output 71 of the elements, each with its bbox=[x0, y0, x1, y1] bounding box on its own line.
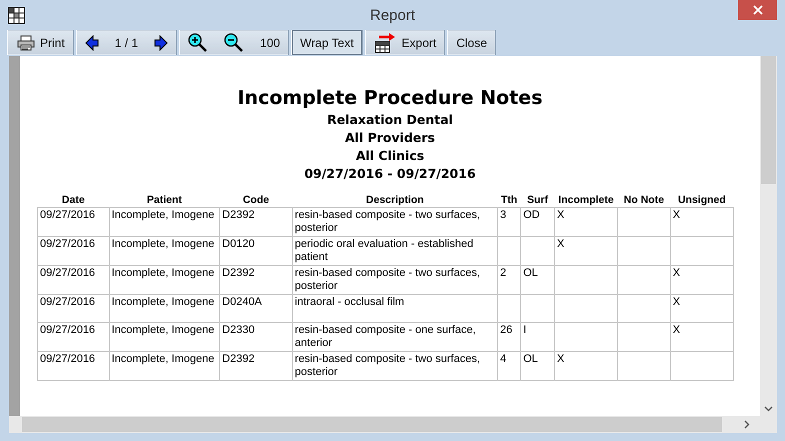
table-cell: intraoral - occlusal film bbox=[292, 294, 498, 322]
right-arrow-icon bbox=[154, 34, 168, 50]
table-cell: 09/27/2016 bbox=[38, 322, 110, 352]
print-button[interactable]: Print bbox=[8, 30, 73, 55]
table-cell: X bbox=[554, 208, 618, 236]
table-cell: D2392 bbox=[220, 208, 292, 236]
column-header: Unsigned bbox=[670, 193, 734, 208]
table-cell: D2330 bbox=[220, 322, 292, 352]
toolbar-button[interactable]: 100 bbox=[252, 30, 288, 55]
table-cell: X bbox=[670, 294, 734, 322]
table-cell: 2 bbox=[498, 266, 521, 294]
column-header: Surf bbox=[520, 193, 554, 208]
zoom-in-icon bbox=[188, 32, 208, 52]
report-subtitle: All Providers bbox=[345, 129, 435, 147]
export-button[interactable]: Export bbox=[366, 30, 444, 55]
column-header: Code bbox=[220, 193, 292, 208]
table-cell: D2392 bbox=[220, 266, 292, 294]
close-button[interactable] bbox=[738, 0, 777, 20]
table-cell: D2392 bbox=[220, 352, 292, 380]
table-cell: 3 bbox=[498, 208, 521, 236]
table-cell: Incomplete, Imogene bbox=[109, 236, 220, 266]
table-cell: Incomplete, Imogene bbox=[109, 322, 220, 352]
table-cell: D0120 bbox=[220, 236, 292, 266]
table-cell: D0240A bbox=[220, 294, 292, 322]
column-header: No Note bbox=[618, 193, 670, 208]
vertical-scrollbar[interactable] bbox=[760, 56, 777, 416]
table-cell: Incomplete, Imogene bbox=[109, 294, 220, 322]
scroll-down-icon[interactable] bbox=[764, 406, 773, 412]
table-cell: X bbox=[670, 266, 734, 294]
table-cell: X bbox=[670, 208, 734, 236]
column-header: Patient bbox=[109, 193, 220, 208]
table-cell: 4 bbox=[498, 352, 521, 380]
table-cell: 09/27/2016 bbox=[38, 266, 110, 294]
toolbar-button[interactable]: 1 / 1 bbox=[106, 30, 146, 55]
zoom-in-button[interactable] bbox=[180, 30, 216, 55]
next-button[interactable] bbox=[146, 30, 176, 55]
column-header: Description bbox=[292, 193, 498, 208]
table-cell: OL bbox=[520, 266, 554, 294]
table-cell: 09/27/2016 bbox=[38, 236, 110, 266]
left-arrow-icon bbox=[84, 34, 99, 50]
table-cell: 09/27/2016 bbox=[38, 352, 110, 380]
prev-button[interactable] bbox=[76, 30, 107, 55]
toolbar-button[interactable]: Wrap Text bbox=[292, 30, 362, 55]
toolbar-button[interactable]: Close bbox=[448, 30, 496, 55]
column-header: Incomplete bbox=[554, 193, 618, 208]
window-title: Report bbox=[370, 7, 416, 24]
scroll-right-icon[interactable] bbox=[744, 420, 750, 429]
grid-icon bbox=[8, 6, 25, 24]
report-subtitle: All Clinics bbox=[356, 147, 424, 165]
close-icon bbox=[752, 5, 762, 15]
table-cell: OL bbox=[520, 352, 554, 380]
table-cell: 09/27/2016 bbox=[38, 294, 110, 322]
table-cell: 09/27/2016 bbox=[38, 208, 110, 236]
table-cell: 26 bbox=[498, 322, 521, 352]
table-cell: Incomplete, Imogene bbox=[109, 352, 220, 380]
column-header: Tth bbox=[498, 193, 521, 208]
table-cell: I bbox=[520, 322, 554, 352]
column-header: Date bbox=[38, 193, 110, 208]
table-cell: X bbox=[554, 352, 618, 380]
zoom-out-icon bbox=[224, 32, 244, 52]
horizontal-scrollbar[interactable] bbox=[9, 416, 777, 433]
printer-icon bbox=[16, 34, 36, 50]
report-title: Incomplete Procedure Notes bbox=[237, 87, 543, 109]
table-cell: X bbox=[670, 322, 734, 352]
report-subtitle: 09/27/2016 - 09/27/2016 bbox=[304, 165, 476, 183]
table-cell: Incomplete, Imogene bbox=[109, 266, 220, 294]
table-cell: X bbox=[554, 236, 618, 266]
table-cell: OD bbox=[520, 208, 554, 236]
report-subtitle: Relaxation Dental bbox=[327, 111, 453, 129]
table-cell: resin-based composite - two surfaces, posterior bbox=[292, 352, 498, 380]
table-cell: Incomplete, Imogene bbox=[109, 208, 220, 236]
